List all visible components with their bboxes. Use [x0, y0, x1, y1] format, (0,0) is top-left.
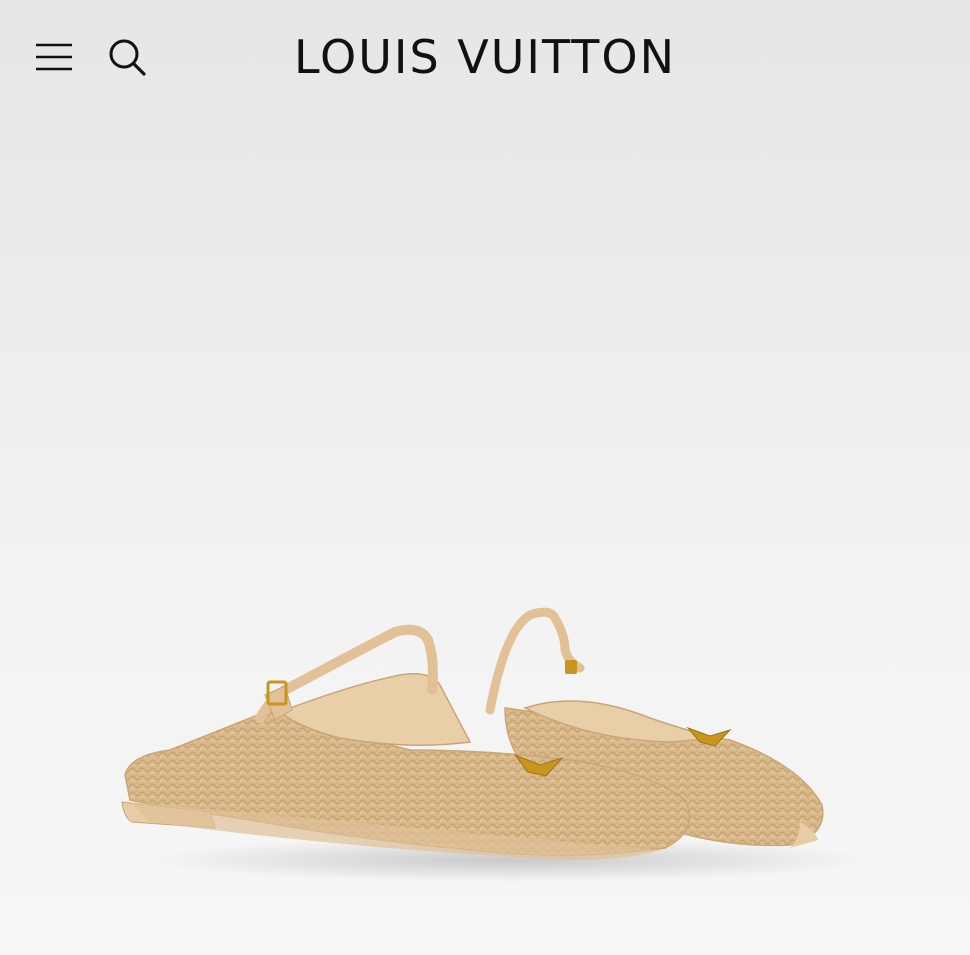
brand-logo[interactable]: LOUIS VUITTON	[0, 30, 970, 84]
top-header: LOUIS VUITTON	[0, 0, 970, 115]
woven-raffia-mule-image[interactable]	[110, 590, 870, 890]
product-hero	[0, 115, 970, 955]
